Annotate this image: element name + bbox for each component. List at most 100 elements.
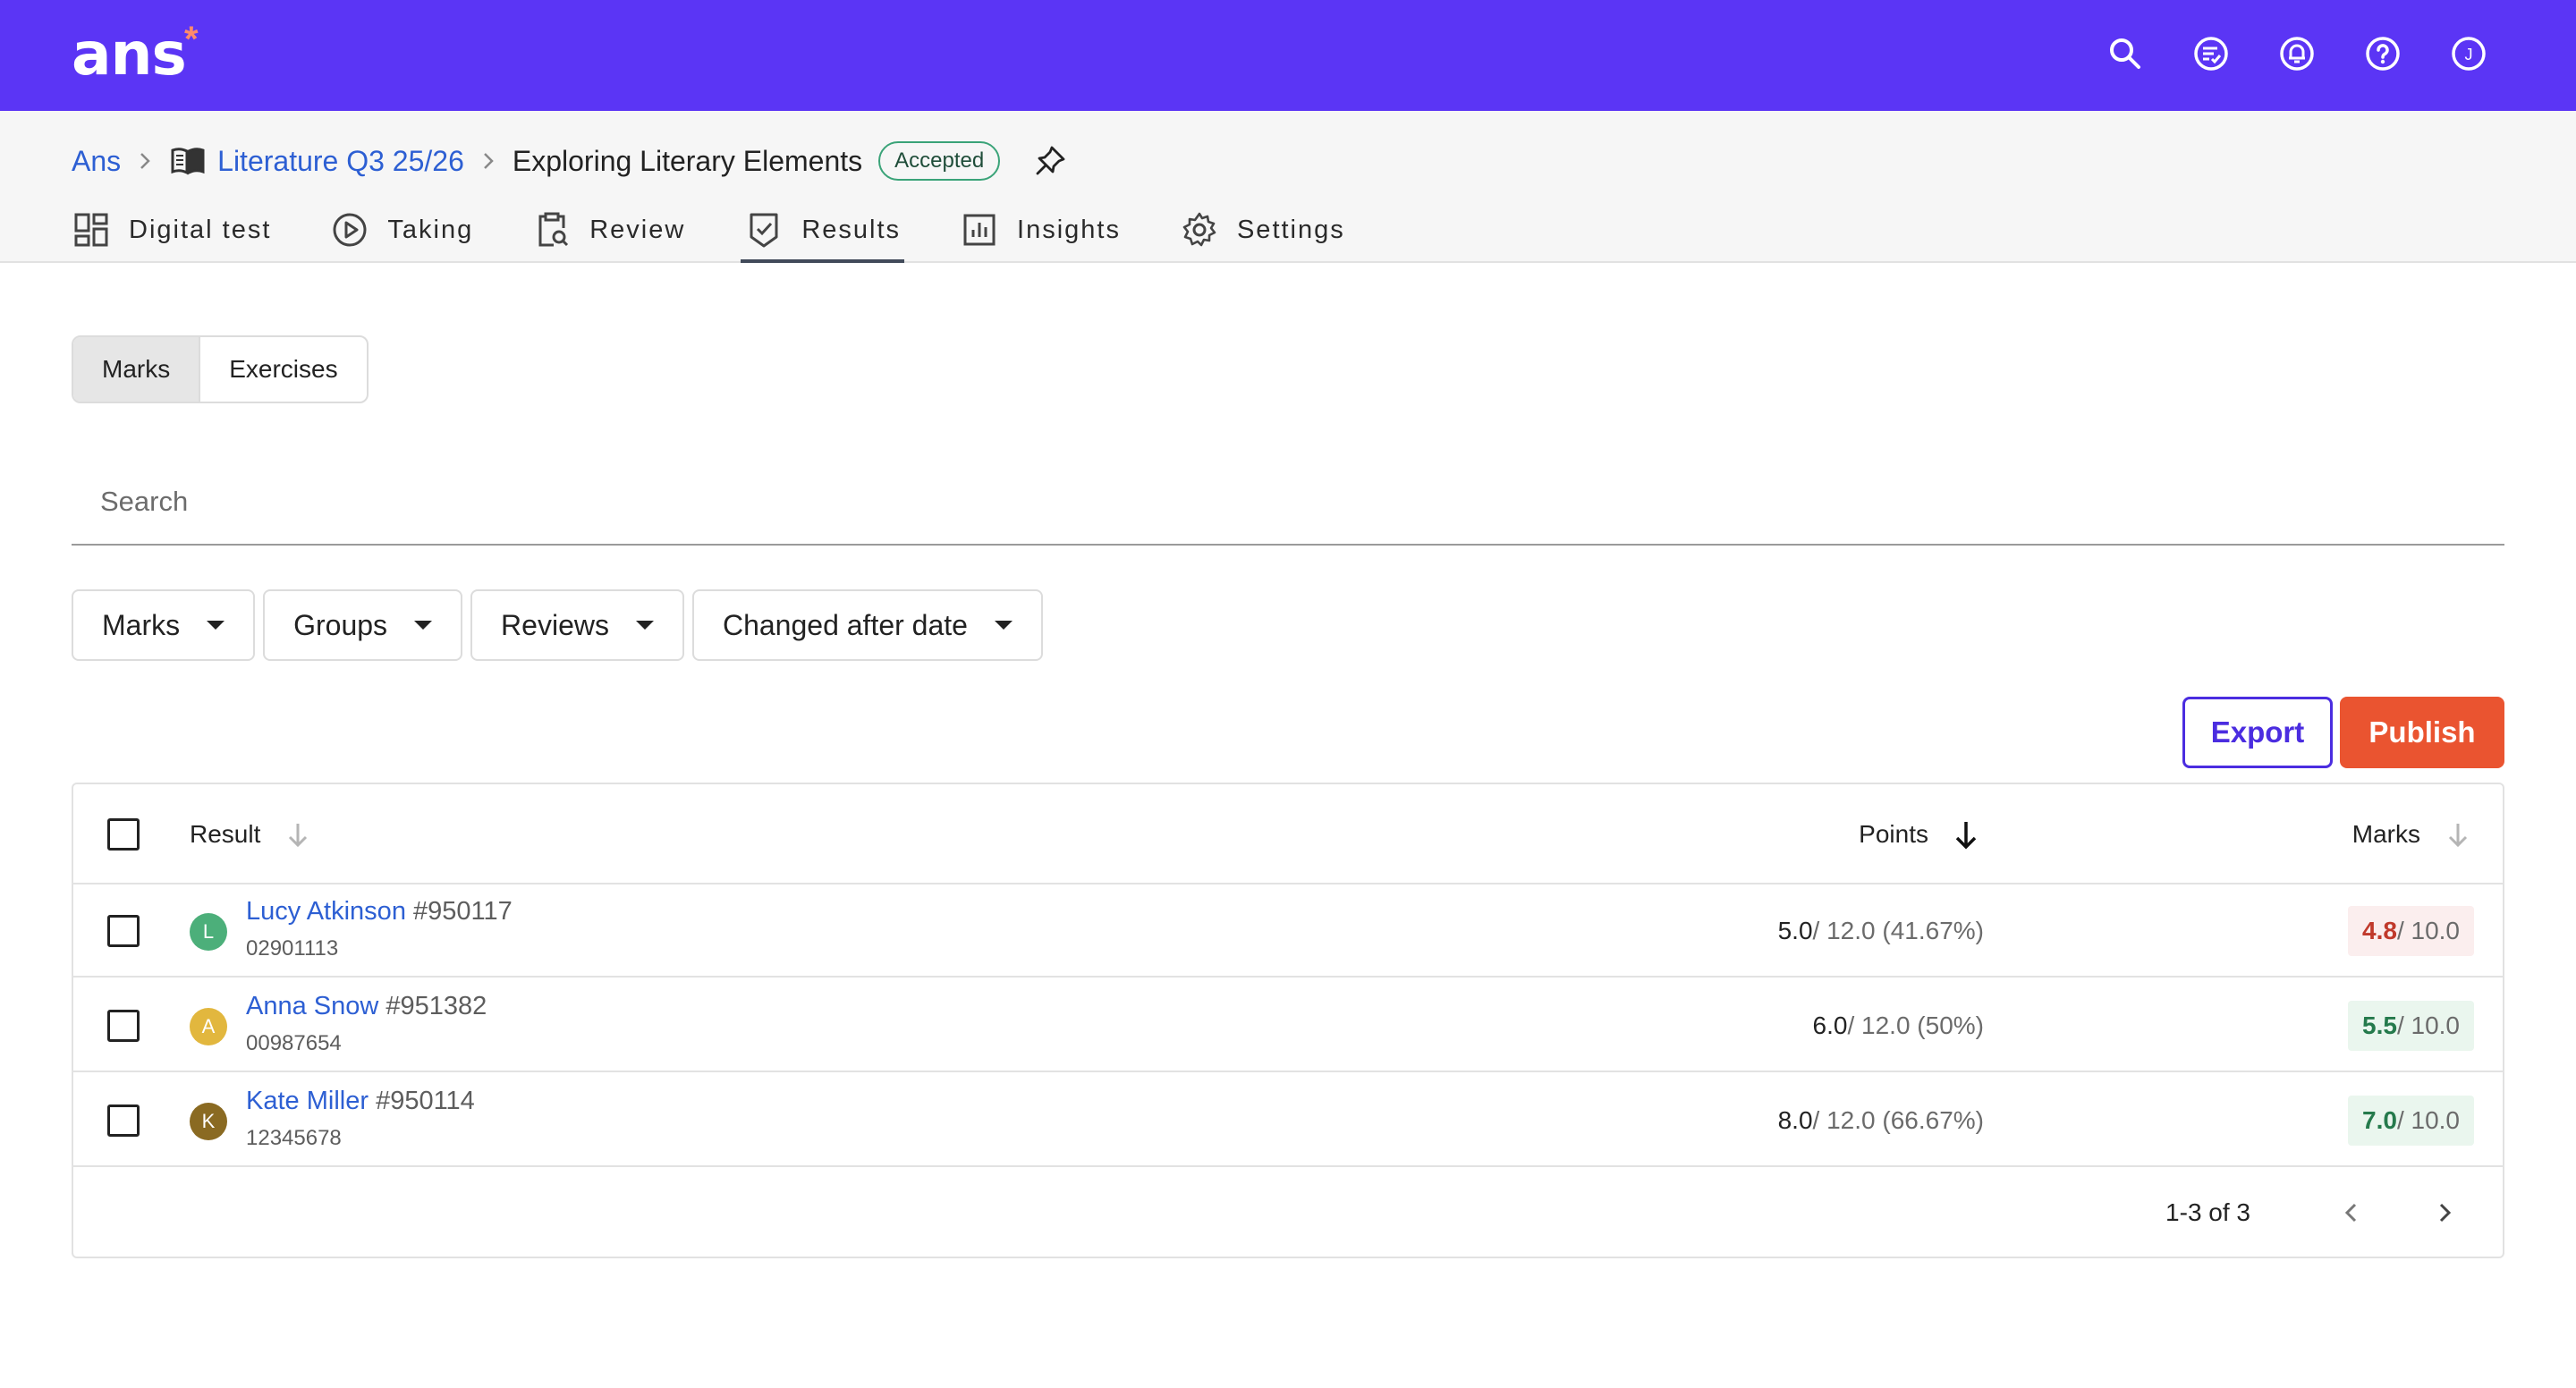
play-icon bbox=[333, 213, 367, 247]
filter-label: Groups bbox=[293, 608, 388, 641]
breadcrumb-course-link[interactable]: Literature Q3 25/26 bbox=[217, 145, 464, 178]
result-column-header[interactable]: Result bbox=[190, 784, 316, 884]
points-value: 5.0 bbox=[1777, 917, 1813, 944]
breadcrumb-current: Exploring Literary Elements bbox=[512, 144, 863, 177]
tab-settings[interactable]: Settings bbox=[1180, 200, 1345, 259]
search-box bbox=[72, 461, 2504, 546]
sort-arrow-down-active-icon bbox=[1955, 822, 1977, 850]
points-value: 6.0 bbox=[1812, 1011, 1848, 1039]
result-name-line: Kate Miller #950114 bbox=[246, 1087, 475, 1116]
caret-down-icon bbox=[414, 621, 433, 630]
student-name-link[interactable]: Kate Miller bbox=[246, 1087, 369, 1115]
search-input[interactable] bbox=[72, 461, 2504, 542]
mark-cell: 5.5 / 10.0 bbox=[2348, 1001, 2474, 1051]
results-table: Result Points Marks L Lucy Atkinson #950… bbox=[72, 783, 2504, 1258]
page-header: Ans Literature Q3 25/26 Exploring Litera… bbox=[0, 111, 2576, 263]
chevron-right-icon bbox=[464, 149, 513, 173]
tab-results[interactable]: Results bbox=[741, 200, 904, 263]
table-row[interactable]: K Kate Miller #950114 12345678 8.0 / 12.… bbox=[73, 1074, 2503, 1167]
mark-cell: 4.8 / 10.0 bbox=[2348, 906, 2474, 956]
points-cell: 5.0 / 12.0 (41.67%) bbox=[1778, 884, 1984, 978]
logo-asterisk: * bbox=[184, 20, 199, 59]
select-all-checkbox[interactable] bbox=[107, 818, 140, 851]
table-row[interactable]: A Anna Snow #951382 00987654 6.0 / 12.0 … bbox=[73, 979, 2503, 1072]
table-row[interactable]: L Lucy Atkinson #950117 02901113 5.0 / 1… bbox=[73, 884, 2503, 978]
result-name-line: Lucy Atkinson #950117 bbox=[246, 897, 513, 927]
marks-toggle-button[interactable]: Marks bbox=[73, 337, 199, 402]
book-icon bbox=[171, 148, 205, 175]
chevron-right-icon bbox=[121, 149, 169, 173]
reviews-filter-dropdown[interactable]: Reviews bbox=[470, 589, 684, 661]
mark-total: / 10.0 bbox=[2396, 917, 2460, 944]
shield-check-icon bbox=[750, 213, 778, 248]
tab-label: Settings bbox=[1236, 215, 1345, 244]
points-value: 8.0 bbox=[1777, 1106, 1813, 1134]
tab-insights[interactable]: Insights bbox=[960, 200, 1121, 259]
avatar: K bbox=[190, 1103, 227, 1140]
sort-arrow-down-icon bbox=[2448, 824, 2468, 848]
student-name-link[interactable]: Lucy Atkinson bbox=[246, 897, 406, 926]
avatar: A bbox=[190, 1008, 227, 1045]
result-id: #950117 bbox=[413, 897, 513, 926]
student-number: 12345678 bbox=[246, 1126, 342, 1150]
table-header: Result Points Marks bbox=[73, 784, 2503, 884]
breadcrumb: Ans Literature Q3 25/26 Exploring Litera… bbox=[72, 138, 1068, 184]
sort-arrow-down-icon bbox=[289, 824, 308, 848]
student-name-link[interactable]: Anna Snow bbox=[246, 992, 378, 1020]
help-icon[interactable] bbox=[2361, 32, 2404, 75]
user-avatar[interactable]: J bbox=[2447, 32, 2490, 75]
groups-filter-dropdown[interactable]: Groups bbox=[263, 589, 463, 661]
search-icon[interactable] bbox=[2104, 32, 2147, 75]
tab-label: Results bbox=[801, 215, 902, 244]
pin-icon[interactable] bbox=[1032, 143, 1068, 179]
chevron-left-icon bbox=[2344, 1203, 2357, 1223]
row-checkbox[interactable] bbox=[107, 1010, 140, 1042]
mark-cell: 7.0 / 10.0 bbox=[2348, 1096, 2474, 1146]
filter-bar: Marks Groups Reviews Changed after date bbox=[72, 589, 1051, 661]
filter-label: Reviews bbox=[501, 608, 609, 641]
tab-bar: Digital test Taking Review Results Insig… bbox=[72, 200, 1404, 263]
marks-filter-dropdown[interactable]: Marks bbox=[72, 589, 256, 661]
previous-page-button[interactable] bbox=[2333, 1194, 2370, 1231]
student-number: 02901113 bbox=[246, 936, 339, 961]
gear-icon bbox=[1182, 212, 1216, 247]
points-column-header[interactable]: Points bbox=[1859, 784, 1984, 884]
top-bar: ans * J bbox=[0, 0, 2576, 111]
column-label: Marks bbox=[2351, 820, 2420, 848]
points-total: / 12.0 (41.67%) bbox=[1812, 917, 1984, 944]
caret-down-icon bbox=[207, 621, 225, 630]
app-logo[interactable]: ans bbox=[72, 20, 187, 89]
pagination-range: 1-3 of 3 bbox=[2165, 1198, 2250, 1226]
exercises-toggle-button[interactable]: Exercises bbox=[199, 337, 366, 402]
mark-total: / 10.0 bbox=[2396, 1011, 2460, 1039]
filter-label: Changed after date bbox=[722, 608, 968, 641]
export-button[interactable]: Export bbox=[2182, 697, 2333, 768]
caret-down-icon bbox=[994, 621, 1013, 630]
marks-column-header[interactable]: Marks bbox=[2352, 784, 2476, 884]
avatar: L bbox=[190, 913, 227, 951]
mark-value: 5.5 bbox=[2362, 1011, 2397, 1039]
user-initial: J bbox=[2465, 46, 2473, 63]
chevron-right-icon bbox=[2439, 1203, 2452, 1223]
result-name-line: Anna Snow #951382 bbox=[246, 992, 487, 1021]
bar-chart-icon bbox=[963, 214, 996, 246]
column-label: Result bbox=[190, 820, 261, 848]
row-checkbox[interactable] bbox=[107, 915, 140, 947]
result-id: #951382 bbox=[386, 992, 487, 1020]
notifications-icon[interactable] bbox=[2275, 32, 2318, 75]
tab-label: Digital test bbox=[129, 215, 272, 244]
checklist-icon[interactable] bbox=[2190, 32, 2233, 75]
tab-review[interactable]: Review bbox=[532, 200, 685, 259]
row-checkbox[interactable] bbox=[107, 1104, 140, 1137]
changed-after-date-filter-dropdown[interactable]: Changed after date bbox=[691, 589, 1043, 661]
tab-label: Review bbox=[589, 215, 686, 244]
publish-button[interactable]: Publish bbox=[2340, 697, 2504, 768]
result-id: #950114 bbox=[376, 1087, 475, 1115]
next-page-button[interactable] bbox=[2426, 1194, 2463, 1231]
caret-down-icon bbox=[635, 621, 654, 630]
breadcrumb-root-link[interactable]: Ans bbox=[72, 145, 121, 178]
tab-digital-test[interactable]: Digital test bbox=[72, 200, 271, 259]
tab-taking[interactable]: Taking bbox=[330, 200, 473, 259]
mark-total: / 10.0 bbox=[2396, 1106, 2460, 1134]
column-label: Points bbox=[1859, 820, 1928, 848]
